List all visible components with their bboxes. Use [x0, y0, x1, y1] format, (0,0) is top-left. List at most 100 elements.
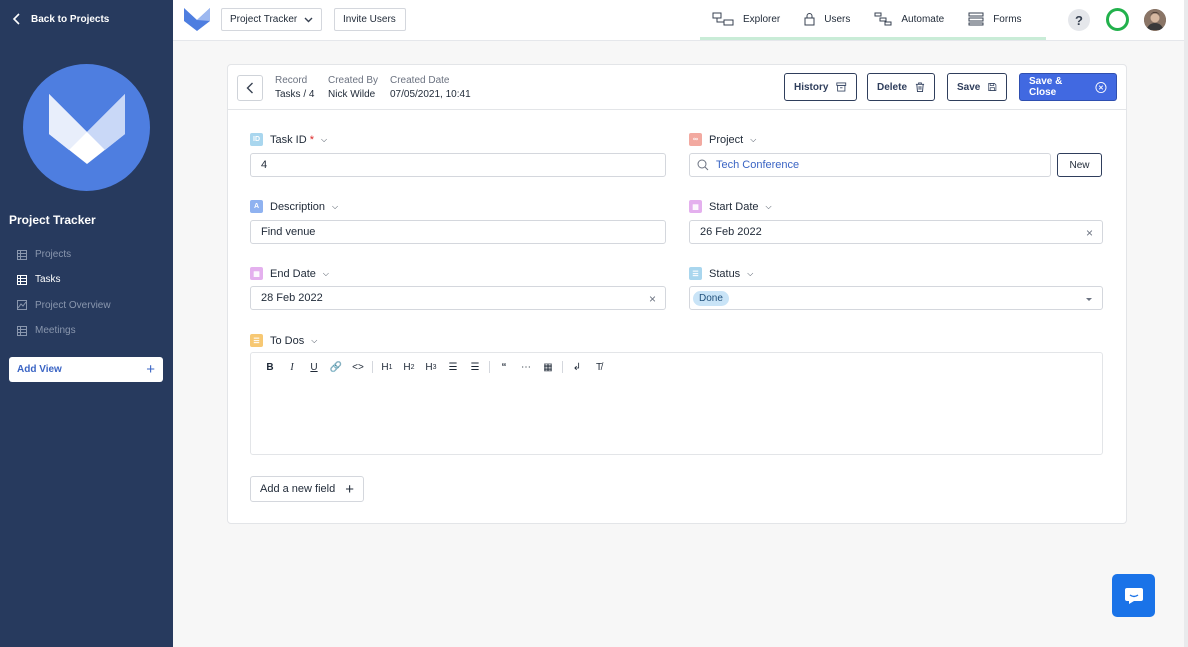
task-id-label[interactable]: ID Task ID * ⌵ — [250, 133, 327, 146]
bullet-list-icon[interactable]: ☰ — [442, 359, 464, 375]
record-back-button[interactable] — [237, 75, 263, 101]
add-view-button[interactable]: Add View + — [9, 357, 163, 382]
nav-label: Forms — [993, 13, 1022, 25]
horizontal-rule-icon[interactable]: ⋯ — [515, 359, 537, 375]
sidebar-item-project-overview[interactable]: Project Overview — [17, 293, 167, 318]
italic-icon[interactable]: I — [281, 359, 303, 375]
new-label: New — [1069, 159, 1090, 171]
task-id-label-text: Task ID — [270, 133, 307, 146]
chevron-down-icon: ⌵ — [750, 134, 757, 144]
sidebar: Back to Projects Project Tracker Project… — [0, 0, 173, 647]
chevron-down-icon: ⌵ — [320, 134, 328, 144]
floppy-disk-icon — [988, 83, 997, 91]
invite-users-label: Invite Users — [343, 14, 396, 25]
table-icon — [17, 325, 27, 336]
save-button[interactable]: Save — [947, 73, 1007, 101]
new-project-button[interactable]: New — [1057, 153, 1102, 177]
start-date-input[interactable]: 26 Feb 2022 × — [689, 220, 1103, 244]
start-date-label-text: Start Date — [709, 200, 759, 213]
status-ring-icon[interactable] — [1106, 8, 1129, 31]
task-id-value: 4 — [261, 159, 268, 171]
project-selector[interactable]: Project Tracker — [221, 8, 322, 31]
record-meta: Record Tasks / 4 — [275, 74, 314, 102]
project-link-value[interactable]: Tech Conference — [716, 159, 799, 171]
nav-forms[interactable]: Forms — [956, 0, 1033, 38]
start-date-label[interactable]: ▦ Start Date ⌵ — [689, 200, 772, 213]
record-header: Record Tasks / 4 Created By Nick Wilde C… — [228, 65, 1126, 110]
code-icon[interactable]: <> — [347, 359, 369, 375]
sidebar-item-label: Project Overview — [35, 299, 111, 311]
link-icon: ∞ — [689, 133, 702, 146]
sidebar-item-label: Tasks — [35, 274, 61, 286]
chevron-down-icon: ⌵ — [332, 201, 339, 211]
status-select[interactable]: Done — [689, 286, 1103, 310]
project-link-input[interactable]: Tech Conference — [689, 153, 1051, 177]
required-marker: * — [309, 133, 314, 146]
sidebar-item-projects[interactable]: Projects — [17, 242, 167, 267]
chevron-down-icon — [304, 17, 313, 22]
record-card: Record Tasks / 4 Created By Nick Wilde C… — [227, 64, 1127, 524]
status-label[interactable]: ☰ Status ⌵ — [689, 267, 753, 280]
nav-label: Explorer — [743, 13, 781, 25]
numbered-list-icon[interactable]: ☰ — [464, 359, 486, 375]
calendar-icon: ▦ — [689, 200, 702, 213]
clear-icon[interactable]: × — [1086, 226, 1093, 240]
status-badge: Done — [693, 290, 729, 306]
invite-users-button[interactable]: Invite Users — [334, 8, 406, 31]
nav-automate[interactable]: Automate — [862, 0, 956, 38]
sidebar-item-meetings[interactable]: Meetings — [17, 318, 167, 343]
todos-rich-text-editor[interactable]: B I U 🔗 <> H1 H2 H3 ☰ ☰ “ ⋯ ▦ ↲ T̸ — [250, 352, 1103, 455]
end-date-label[interactable]: ▦ End Date ⌵ — [250, 267, 329, 280]
clear-format-icon[interactable]: T̸ — [588, 359, 610, 375]
link-icon[interactable]: 🔗 — [325, 359, 347, 375]
description-label[interactable]: A Description ⌵ — [250, 200, 338, 213]
chevron-down-icon: ⌵ — [322, 268, 329, 278]
clear-icon[interactable]: × — [649, 292, 656, 306]
created-date-meta: Created Date 07/05/2021, 10:41 — [390, 74, 471, 102]
end-date-input[interactable]: 28 Feb 2022 × — [250, 286, 666, 310]
help-button[interactable]: ? — [1068, 9, 1090, 31]
save-and-close-button[interactable]: Save & Close — [1019, 73, 1117, 101]
project-title: Project Tracker — [9, 213, 96, 227]
todos-label[interactable]: ☰ To Dos ⌵ — [250, 334, 317, 347]
sidebar-item-tasks[interactable]: Tasks — [17, 267, 167, 292]
heading3-icon[interactable]: H3 — [420, 359, 442, 375]
underline-icon[interactable]: U — [303, 359, 325, 375]
save-label: Save — [957, 81, 981, 93]
record-value: Tasks / 4 — [275, 89, 315, 100]
chevron-down-icon — [1086, 298, 1092, 301]
table-icon[interactable]: ▦ — [537, 359, 559, 375]
project-label-text: Project — [709, 133, 744, 146]
table-icon — [17, 274, 27, 285]
avatar[interactable] — [1144, 9, 1166, 31]
lock-icon — [804, 13, 815, 26]
back-to-projects-link[interactable]: Back to Projects — [12, 13, 109, 25]
trash-icon — [915, 82, 925, 92]
history-button[interactable]: History — [784, 73, 857, 101]
nav-users[interactable]: Users — [792, 0, 862, 38]
bold-icon[interactable]: B — [259, 359, 281, 375]
chevron-left-icon — [12, 13, 20, 25]
created-by-value: Nick Wilde — [328, 89, 376, 100]
logo-icon — [48, 93, 125, 164]
sidebar-item-label: Meetings — [35, 325, 76, 337]
delete-button[interactable]: Delete — [867, 73, 935, 101]
quote-icon[interactable]: “ — [493, 359, 515, 375]
scrollbar[interactable] — [1184, 0, 1188, 647]
calendar-icon: ▦ — [250, 267, 263, 280]
heading2-icon[interactable]: H2 — [398, 359, 420, 375]
start-date-value: 26 Feb 2022 — [700, 226, 762, 238]
wrap-icon[interactable]: ↲ — [566, 359, 588, 375]
task-id-input[interactable]: 4 — [250, 153, 666, 177]
nav-explorer[interactable]: Explorer — [700, 0, 792, 38]
archive-icon — [836, 82, 847, 92]
project-label[interactable]: ∞ Project ⌵ — [689, 133, 756, 146]
delete-label: Delete — [877, 81, 908, 93]
heading1-icon[interactable]: H1 — [376, 359, 398, 375]
add-new-field-button[interactable]: Add a new field + — [250, 476, 364, 502]
nav-label: Users — [824, 13, 851, 25]
description-input[interactable]: Find venue — [250, 220, 666, 244]
chat-support-button[interactable] — [1112, 574, 1155, 617]
rich-text-icon: ☰ — [250, 334, 263, 347]
app-logo-icon — [184, 8, 210, 31]
